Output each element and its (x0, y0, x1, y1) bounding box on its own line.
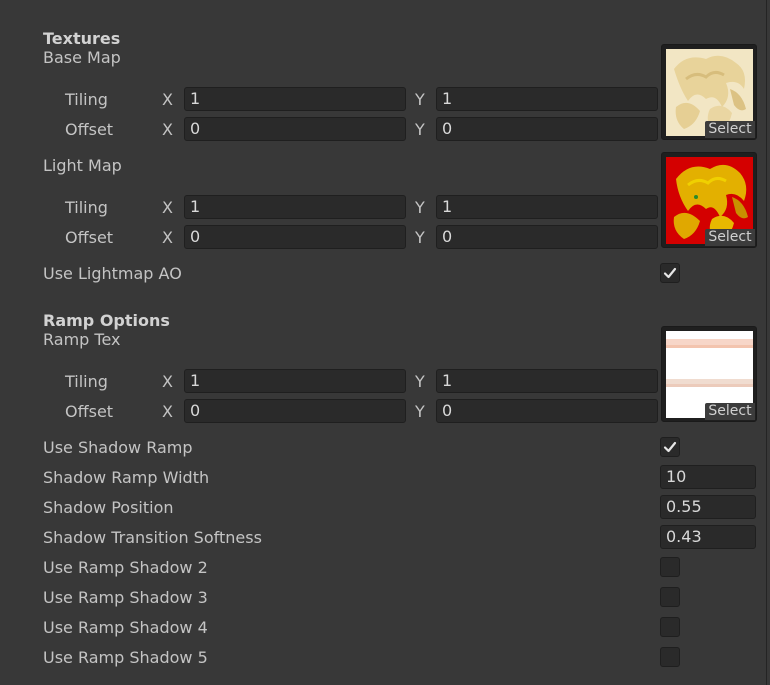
base-map-texture-slot[interactable]: Select (661, 44, 757, 140)
base-map-offset-y-label: Y (415, 120, 425, 139)
panel-right-border (766, 0, 767, 685)
use-ramp-shadow-3-checkbox[interactable] (660, 587, 680, 607)
use-ramp-shadow-5-checkbox[interactable] (660, 647, 680, 667)
ramp-tex-tiling-y-field[interactable]: 1 (436, 369, 658, 393)
base-map-tiling-y-label: Y (415, 90, 425, 109)
light-map-offset-y-field[interactable]: 0 (436, 225, 658, 249)
use-ramp-shadow-4-label: Use Ramp Shadow 4 (43, 618, 208, 637)
ramp-tex-texture-slot[interactable]: Select (661, 326, 757, 422)
ramp-tex-tiling-x-label: X (162, 372, 173, 391)
light-map-tiling-y-field[interactable]: 1 (436, 195, 658, 219)
base-map-tiling-label: Tiling (65, 90, 108, 109)
ramp-options-header: Ramp Options (43, 311, 170, 330)
use-ramp-shadow-2-checkbox[interactable] (660, 557, 680, 577)
ramp-tex-tiling-x-field[interactable]: 1 (184, 369, 406, 393)
shadow-position-field[interactable]: 0.55 (660, 495, 756, 519)
base-map-select-button[interactable]: Select (705, 121, 755, 138)
base-map-tiling-x-label: X (162, 90, 173, 109)
textures-header: Textures (43, 29, 121, 48)
ramp-tex-offset-x-field[interactable]: 0 (184, 399, 406, 423)
ramp-tex-tiling-label: Tiling (65, 372, 108, 391)
shadow-transition-softness-label: Shadow Transition Softness (43, 528, 262, 547)
base-map-offset-label: Offset (65, 120, 114, 139)
light-map-label: Light Map (43, 156, 122, 175)
use-ramp-shadow-3-label: Use Ramp Shadow 3 (43, 588, 208, 607)
base-map-offset-x-field[interactable]: 0 (184, 117, 406, 141)
light-map-tiling-x-label: X (162, 198, 173, 217)
ramp-tex-offset-y-field[interactable]: 0 (436, 399, 658, 423)
shadow-position-label: Shadow Position (43, 498, 174, 517)
use-ramp-shadow-5-label: Use Ramp Shadow 5 (43, 648, 208, 667)
light-map-texture-slot[interactable]: Select (661, 152, 757, 248)
base-map-offset-y-field[interactable]: 0 (436, 117, 658, 141)
checkmark-icon (663, 267, 677, 279)
light-map-offset-x-field[interactable]: 0 (184, 225, 406, 249)
light-map-select-button[interactable]: Select (705, 229, 755, 246)
use-lightmap-ao-label: Use Lightmap AO (43, 264, 182, 283)
checkmark-icon (663, 441, 677, 453)
shadow-ramp-width-field[interactable]: 10 (660, 465, 756, 489)
use-ramp-shadow-4-checkbox[interactable] (660, 617, 680, 637)
ramp-tex-offset-label: Offset (65, 402, 114, 421)
light-map-offset-x-label: X (162, 228, 173, 247)
ramp-tex-offset-x-label: X (162, 402, 173, 421)
light-map-offset-label: Offset (65, 228, 114, 247)
light-map-tiling-x-field[interactable]: 1 (184, 195, 406, 219)
ramp-tex-label: Ramp Tex (43, 330, 121, 349)
use-shadow-ramp-label: Use Shadow Ramp (43, 438, 193, 457)
base-map-tiling-x-field[interactable]: 1 (184, 87, 406, 111)
use-shadow-ramp-checkbox[interactable] (660, 437, 680, 457)
base-map-offset-x-label: X (162, 120, 173, 139)
base-map-tiling-y-field[interactable]: 1 (436, 87, 658, 111)
ramp-tex-select-button[interactable]: Select (705, 403, 755, 420)
light-map-offset-y-label: Y (415, 228, 425, 247)
base-map-label: Base Map (43, 48, 121, 67)
light-map-tiling-y-label: Y (415, 198, 425, 217)
shadow-ramp-width-label: Shadow Ramp Width (43, 468, 210, 487)
ramp-tex-tiling-y-label: Y (415, 372, 425, 391)
use-lightmap-ao-checkbox[interactable] (660, 263, 680, 283)
ramp-tex-offset-y-label: Y (415, 402, 425, 421)
use-ramp-shadow-2-label: Use Ramp Shadow 2 (43, 558, 208, 577)
shadow-transition-softness-field[interactable]: 0.43 (660, 525, 756, 549)
light-map-tiling-label: Tiling (65, 198, 108, 217)
